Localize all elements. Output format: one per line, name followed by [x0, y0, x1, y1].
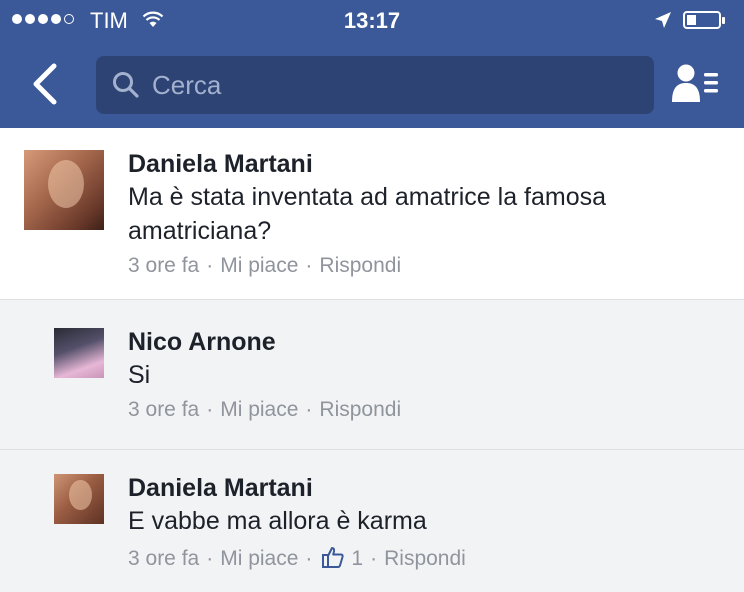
reply-item: Nico Arnone Si 3 ore fa · Mi piace · Ris…: [0, 300, 744, 450]
comment-text: E vabbe ma allora è karma: [128, 504, 427, 538]
comment-meta: 3 ore fa · Mi piace · Rispondi: [128, 398, 401, 422]
like-link[interactable]: Mi piace: [220, 398, 298, 422]
like-link[interactable]: Mi piace: [220, 254, 298, 278]
search-box[interactable]: [96, 56, 654, 114]
comment-item: Daniela Martani Ma è stata inventata ad …: [0, 128, 744, 300]
back-button[interactable]: [28, 62, 62, 106]
separator: ·: [370, 547, 378, 570]
comment-text-line: Si: [128, 361, 151, 389]
friend-requests-icon[interactable]: [672, 62, 720, 109]
status-bar: TIM 13:17: [0, 0, 744, 40]
comment-timestamp: 3 ore fa: [128, 547, 200, 570]
like-link[interactable]: Mi piace: [220, 547, 298, 571]
comment-text: Ma è stata inventata ad amatrice la famo…: [128, 180, 606, 248]
avatar[interactable]: [54, 474, 104, 524]
search-icon: [113, 72, 139, 98]
reply-link[interactable]: Rispondi: [319, 398, 401, 422]
comment-meta: 3 ore fa · Mi piace · Rispondi: [128, 254, 401, 278]
location-arrow-icon: [654, 11, 672, 34]
separator: ·: [206, 398, 214, 421]
comment-meta: 3 ore fa · Mi piace · 1 · Rispondi: [128, 544, 466, 574]
chevron-left-icon: [33, 63, 57, 105]
reply-link[interactable]: Rispondi: [384, 547, 466, 571]
separator: ·: [305, 398, 313, 421]
comment-text: Si: [128, 358, 150, 392]
separator: ·: [206, 254, 214, 277]
comment-timestamp: 3 ore fa: [128, 254, 200, 277]
reply-link[interactable]: Rispondi: [319, 254, 401, 278]
avatar[interactable]: [54, 328, 104, 378]
comment-text-line: amatriciana?: [128, 217, 272, 245]
comment-author[interactable]: Daniela Martani: [128, 150, 313, 179]
separator: ·: [305, 254, 313, 277]
comment-text-line: Ma è stata inventata ad amatrice la famo…: [128, 183, 607, 211]
like-count[interactable]: 1: [351, 547, 363, 571]
battery-icon: [683, 11, 725, 29]
comment-author[interactable]: Nico Arnone: [128, 328, 276, 357]
status-time: 13:17: [343, 8, 401, 33]
reply-item: Daniela Martani E vabbe ma allora è karm…: [0, 450, 744, 592]
separator: ·: [206, 547, 214, 570]
thumbs-up-icon: [321, 545, 345, 575]
nav-bar: [0, 40, 744, 128]
search-input[interactable]: [152, 56, 632, 114]
separator: ·: [305, 547, 313, 570]
comment-timestamp: 3 ore fa: [128, 398, 200, 421]
avatar[interactable]: [24, 150, 104, 230]
comment-text-line: E vabbe ma allora è karma: [128, 507, 427, 535]
comment-author[interactable]: Daniela Martani: [128, 474, 313, 503]
